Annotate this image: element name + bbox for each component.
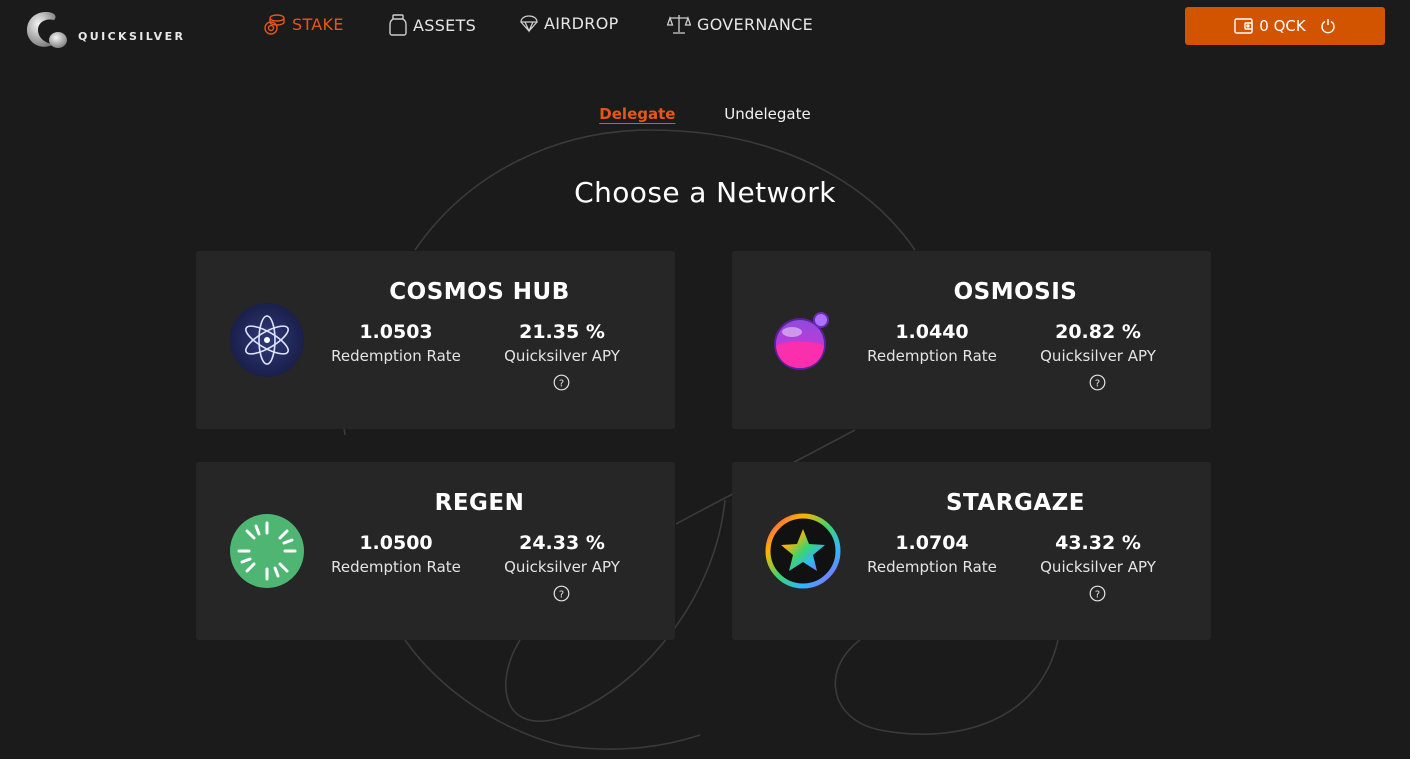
nav-stake[interactable]: STAKE [262,12,344,36]
nav-governance[interactable]: GOVERNANCE [667,14,813,34]
wallet-icon [1234,18,1253,34]
help-icon[interactable]: ? [553,374,570,391]
network-name: COSMOS HUB [389,279,570,305]
apy-value: 20.82 % [1055,321,1141,343]
stake-mode-tabs: Delegate Undelegate [0,105,1410,123]
quicksilver-apy: 21.35 % Quicksilver APY [477,321,647,365]
help-icon[interactable]: ? [1089,585,1106,602]
help-icon[interactable]: ? [553,585,570,602]
svg-text:?: ? [559,378,564,389]
network-name: OSMOSIS [953,279,1078,305]
nav-label: AIRDROP [544,14,619,33]
wallet-balance: 0 QCK [1259,17,1306,35]
osmosis-potion-icon [774,312,829,370]
top-bar: QUICKSILVER STAKE ASSETS AIRDROP GOVERNA… [0,0,1410,56]
redemption-rate-value: 1.0500 [359,532,433,554]
tab-delegate[interactable]: Delegate [599,105,675,123]
network-name: STARGAZE [945,490,1086,516]
redemption-rate-value: 1.0704 [895,532,969,554]
redemption-rate: 1.0704 Redemption Rate [847,532,1017,576]
nav-label: STAKE [292,14,344,34]
apy-value: 21.35 % [519,321,605,343]
scales-icon [667,15,691,34]
parachute-icon [520,14,538,33]
nav-label: GOVERNANCE [697,14,814,34]
nav-label: ASSETS [413,15,477,35]
stargaze-star-icon [765,513,841,589]
apy-label: Quicksilver APY [504,558,620,576]
app-logo[interactable]: QUICKSILVER [24,10,185,50]
power-icon[interactable] [1320,18,1336,34]
redemption-rate-value: 1.0503 [359,321,433,343]
network-card-regen[interactable]: REGEN 1.0500 Redemption Rate 24.33 % Qui… [196,462,675,640]
cosmos-atom-icon [230,303,304,377]
svg-text:?: ? [559,589,564,600]
network-card-cosmos-hub[interactable]: COSMOS HUB 1.0503 Redemption Rate 21.35 … [196,251,675,429]
quicksilver-apy: 24.33 % Quicksilver APY [477,532,647,576]
regen-burst-icon [230,514,304,588]
page-title: Choose a Network [574,176,836,209]
svg-text:?: ? [1095,589,1100,600]
tab-undelegate[interactable]: Undelegate [724,105,810,123]
redemption-rate: 1.0503 Redemption Rate [311,321,481,365]
coins-icon [264,14,285,35]
redemption-rate: 1.0500 Redemption Rate [311,532,481,576]
redemption-rate-label: Redemption Rate [331,347,461,365]
redemption-rate-value: 1.0440 [895,321,969,343]
network-card-stargaze[interactable]: STARGAZE 1.0704 Redemption Rate 43.32 % … [732,462,1211,640]
apy-label: Quicksilver APY [504,347,620,365]
redemption-rate-label: Redemption Rate [867,558,997,576]
redemption-rate: 1.0440 Redemption Rate [847,321,1017,365]
nav-assets[interactable]: ASSETS [389,14,476,36]
redemption-rate-label: Redemption Rate [331,558,461,576]
apy-label: Quicksilver APY [1040,558,1156,576]
jar-icon [389,14,407,36]
quicksilver-logo-icon [26,12,67,48]
apy-label: Quicksilver APY [1040,347,1156,365]
apy-value: 24.33 % [519,532,605,554]
redemption-rate-label: Redemption Rate [867,347,997,365]
svg-text:?: ? [1095,378,1100,389]
nav-airdrop[interactable]: AIRDROP [520,14,619,33]
help-icon[interactable]: ? [1089,374,1106,391]
apy-value: 43.32 % [1055,532,1141,554]
wallet-button[interactable]: 0 QCK [1185,7,1385,45]
quicksilver-apy: 43.32 % Quicksilver APY [1013,532,1183,576]
app-name: QUICKSILVER [78,29,186,43]
network-card-osmosis[interactable]: OSMOSIS 1.0440 Redemption Rate 20.82 % Q… [732,251,1211,429]
quicksilver-apy: 20.82 % Quicksilver APY [1013,321,1183,365]
network-name: REGEN [434,490,525,516]
